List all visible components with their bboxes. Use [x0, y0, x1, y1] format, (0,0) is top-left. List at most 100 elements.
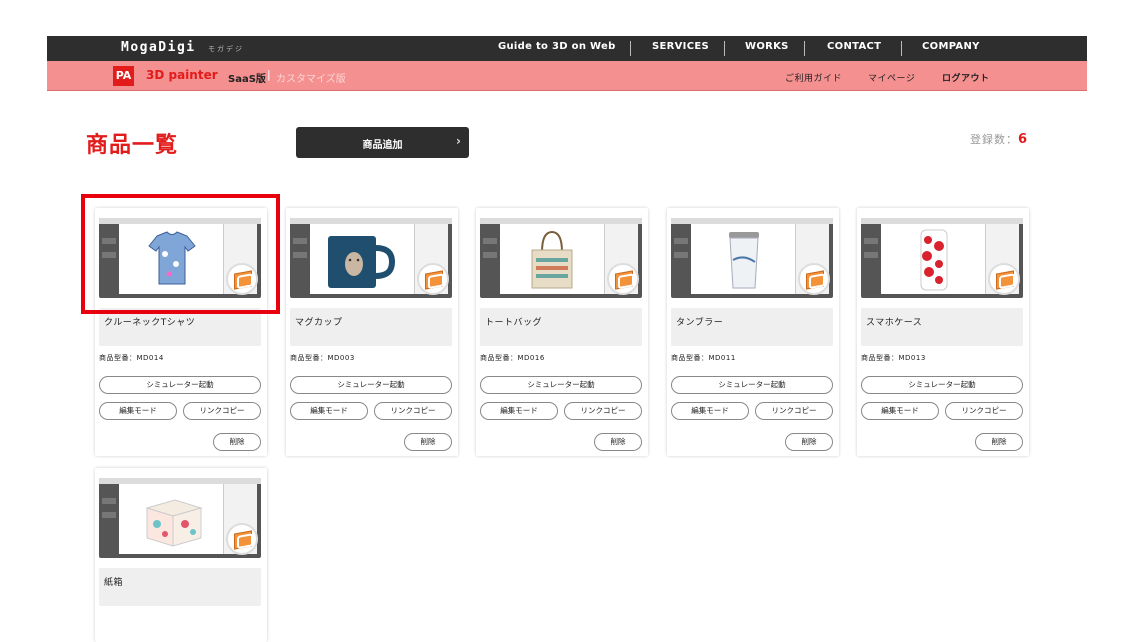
simulator-button[interactable]: シミュレーター起動 — [861, 376, 1023, 394]
delete-button[interactable]: 削除 — [975, 433, 1023, 451]
editor-canvas — [881, 224, 985, 294]
copy-link-button[interactable]: リンクコピー — [945, 402, 1023, 420]
editor-canvas — [500, 224, 604, 294]
mug-icon — [328, 236, 396, 288]
edit-mode-button[interactable]: 編集モード — [671, 402, 749, 420]
product-count: 登録数：6 — [970, 131, 1028, 147]
copy-link-button[interactable]: リンクコピー — [755, 402, 833, 420]
tool-icon — [102, 252, 116, 258]
delete-button[interactable]: 削除 — [594, 433, 642, 451]
editor-canvas — [119, 484, 223, 554]
product-card: 紙箱 — [95, 468, 267, 642]
paper-box-icon — [145, 499, 203, 547]
edition-custom-link[interactable]: カスタマイズ版 — [276, 70, 346, 85]
edit-mode-button[interactable]: 編集モード — [99, 402, 177, 420]
product-model: 商品型番：MD011 — [671, 354, 736, 362]
product-count-value: 6 — [1017, 132, 1028, 147]
product-name: タンブラー — [676, 318, 724, 328]
product-card: タンブラー 商品型番：MD011 シミュレーター起動 編集モード リンクコピー … — [667, 208, 839, 456]
delete-button[interactable]: 削除 — [785, 433, 833, 451]
edit-mode-button[interactable]: 編集モード — [861, 402, 939, 420]
simulator-button[interactable]: シミュレーター起動 — [671, 376, 833, 394]
subnav-logout-link[interactable]: ログアウト — [942, 71, 990, 84]
nav-company-link[interactable]: COMPANY — [922, 41, 980, 52]
delete-button[interactable]: 削除 — [213, 433, 261, 451]
product-thumbnail[interactable] — [290, 218, 452, 298]
nav-works-link[interactable]: WORKS — [745, 41, 789, 52]
product-name: 紙箱 — [104, 578, 124, 588]
simulator-button[interactable]: シミュレーター起動 — [480, 376, 642, 394]
phone-case-icon — [920, 229, 948, 291]
copy-link-button[interactable]: リンクコピー — [183, 402, 261, 420]
product-name-box: トートバッグ — [480, 308, 642, 346]
copy-link-button[interactable]: リンクコピー — [564, 402, 642, 420]
delete-button[interactable]: 削除 — [404, 433, 452, 451]
product-count-label: 登録数： — [969, 133, 1018, 146]
product-name-box: マグカップ — [290, 308, 452, 346]
product-name: トートバッグ — [485, 318, 543, 328]
simulator-button[interactable]: シミュレーター起動 — [99, 376, 261, 394]
tool-icon — [102, 238, 116, 244]
3d-box-icon — [226, 263, 258, 295]
product-thumbnail[interactable] — [480, 218, 642, 298]
product-model: 商品型番：MD014 — [99, 354, 164, 362]
editor-canvas — [119, 224, 223, 294]
tool-icon — [674, 238, 688, 244]
tool-icon — [293, 252, 307, 258]
nav-contact-link[interactable]: CONTACT — [827, 41, 881, 52]
tool-icon — [102, 512, 116, 518]
product-thumbnail[interactable] — [861, 218, 1023, 298]
tool-icon — [674, 252, 688, 258]
product-model: 商品型番：MD013 — [861, 354, 926, 362]
product-card: トートバッグ 商品型番：MD016 シミュレーター起動 編集モード リンクコピー… — [476, 208, 648, 456]
tumbler-icon — [729, 232, 759, 289]
nav-divider — [630, 41, 631, 56]
product-name: スマホケース — [866, 318, 923, 328]
edit-mode-button[interactable]: 編集モード — [290, 402, 368, 420]
product-name-box: クルーネックTシャツ — [99, 308, 261, 346]
nav-services-link[interactable]: SERVICES — [652, 41, 709, 52]
edit-mode-button[interactable]: 編集モード — [480, 402, 558, 420]
copy-link-button[interactable]: リンクコピー — [374, 402, 452, 420]
tool-icon — [483, 238, 497, 244]
3d-box-icon — [607, 263, 639, 295]
simulator-button[interactable]: シミュレーター起動 — [290, 376, 452, 394]
tool-icon — [864, 238, 878, 244]
subnav-guide-link[interactable]: ご利用ガイド — [785, 71, 842, 84]
product-name-box: タンブラー — [671, 308, 833, 346]
product-name-box: 紙箱 — [99, 568, 261, 606]
nav-divider — [901, 41, 902, 56]
chevron-right-icon: › — [456, 134, 461, 148]
edition-saas-label: SaaS版 — [228, 74, 266, 85]
product-thumbnail[interactable] — [671, 218, 833, 298]
subnav-mypage-link[interactable]: マイページ — [868, 71, 915, 84]
product-thumbnail[interactable] — [99, 218, 261, 298]
editor-canvas — [691, 224, 795, 294]
product-card: マグカップ 商品型番：MD003 シミュレーター起動 編集モード リンクコピー … — [286, 208, 458, 456]
add-product-button[interactable]: 商品追加 › — [296, 127, 469, 158]
top-nav: Guide to 3D on Web SERVICES WORKS CONTAC… — [47, 36, 1087, 61]
tool-icon — [864, 252, 878, 258]
nav-divider — [724, 41, 725, 56]
tote-bag-icon — [531, 230, 573, 289]
page-title: 商品一覧 — [86, 133, 179, 158]
nav-divider — [804, 41, 805, 56]
app-subbar: PA 3D painter SaaS版 | カスタマイズ版 ご利用ガイド マイペ… — [47, 61, 1087, 91]
add-product-label: 商品追加 — [362, 140, 403, 151]
editor-canvas — [310, 224, 414, 294]
3d-box-icon — [798, 263, 830, 295]
3d-box-icon — [417, 263, 449, 295]
app-name[interactable]: 3D painter — [146, 68, 218, 82]
3d-box-icon — [988, 263, 1020, 295]
product-thumbnail[interactable] — [99, 478, 261, 558]
3d-box-icon — [226, 523, 258, 555]
app-badge: PA — [113, 66, 134, 86]
product-model: 商品型番：MD016 — [480, 354, 545, 362]
product-card: クルーネックTシャツ 商品型番：MD014 シミュレーター起動 編集モード リン… — [95, 208, 267, 456]
product-name: マグカップ — [295, 318, 343, 328]
product-name: クルーネックTシャツ — [104, 318, 196, 328]
product-name-box: スマホケース — [861, 308, 1023, 346]
tool-icon — [293, 238, 307, 244]
tool-icon — [102, 498, 116, 504]
nav-guide-link[interactable]: Guide to 3D on Web — [498, 41, 616, 52]
